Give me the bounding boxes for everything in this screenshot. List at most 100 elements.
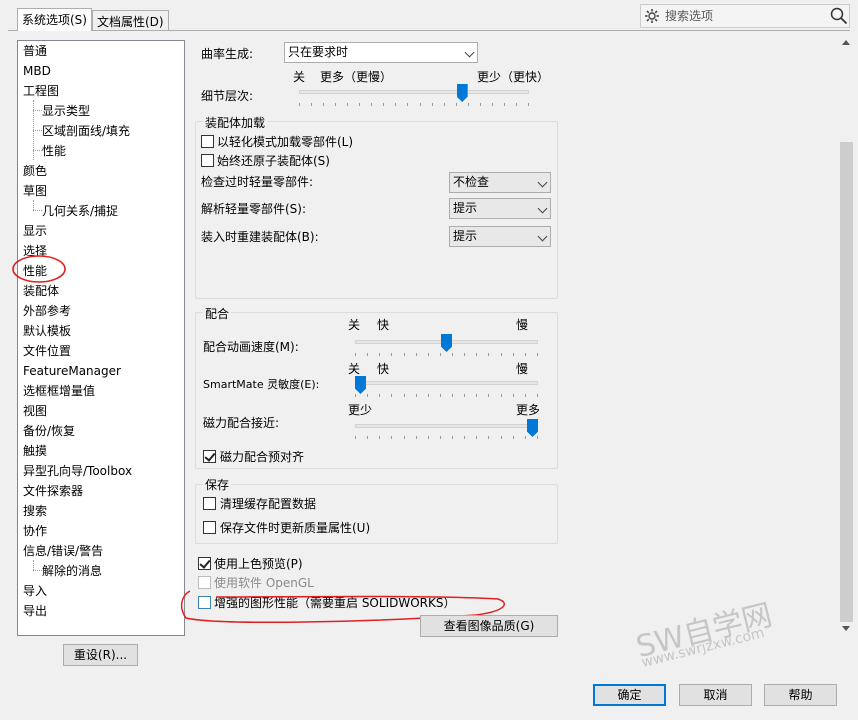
slider-tick xyxy=(391,436,393,439)
tree-item-display-style[interactable]: 显示类型 xyxy=(42,101,90,121)
slider-tick xyxy=(537,353,538,356)
magnetic-slider[interactable] xyxy=(355,424,538,428)
slider-tick xyxy=(452,353,454,356)
slider-tick xyxy=(512,436,514,439)
slider-tick xyxy=(503,103,505,106)
tree-item-relations-snaps[interactable]: 几何关系/捕捉 xyxy=(42,201,118,221)
tree-item-collaboration[interactable]: 协作 xyxy=(23,521,47,541)
slider-tick xyxy=(419,103,421,106)
tree-item-general[interactable]: 普通 xyxy=(23,41,47,61)
resolve-light-value: 提示 xyxy=(453,201,478,215)
purge-cache-checkbox[interactable] xyxy=(203,497,216,510)
tab-divider xyxy=(8,30,850,31)
search-input[interactable] xyxy=(663,7,823,25)
slider-tick xyxy=(500,353,502,356)
tree-item-view[interactable]: 视图 xyxy=(23,401,47,421)
tree-item-export[interactable]: 导出 xyxy=(23,601,47,621)
tree-item-display[interactable]: 显示 xyxy=(23,221,47,241)
always-resolve-label: 始终还原子装配体(S) xyxy=(217,154,330,168)
slider-tick xyxy=(427,394,429,397)
smartmate-fast-label: 快 xyxy=(377,362,390,376)
slider-tick xyxy=(415,394,417,397)
tree-item-hole-wizard-toolbox[interactable]: 异型孔向导/Toolbox xyxy=(23,461,132,481)
slider-tick xyxy=(403,353,405,356)
tree-item-assemblies[interactable]: 装配体 xyxy=(23,281,59,301)
slider-tick xyxy=(431,103,433,106)
tree-item-drawings[interactable]: 工程图 xyxy=(23,81,59,101)
slider-tick xyxy=(427,353,429,356)
tree-item-touch[interactable]: 触摸 xyxy=(23,441,47,461)
gear-icon[interactable] xyxy=(644,8,660,27)
curvature-dropdown[interactable]: 只在要求时 xyxy=(284,42,478,63)
search-icon[interactable] xyxy=(830,7,848,28)
magnetic-more-label: 更多 xyxy=(516,403,541,417)
tree-item-messages[interactable]: 信息/错误/警告 xyxy=(23,541,103,561)
tree-guide xyxy=(33,560,34,570)
shaded-preview-label: 使用上色预览(P) xyxy=(214,557,303,571)
search-box[interactable] xyxy=(640,4,850,28)
update-mass-checkbox[interactable] xyxy=(203,521,216,534)
anim-speed-label: 配合动画速度(M): xyxy=(203,340,299,354)
scroll-down-icon[interactable] xyxy=(842,626,850,631)
ok-button[interactable]: 确定 xyxy=(593,684,666,706)
detail-slider-thumb[interactable] xyxy=(456,84,468,102)
tree-item-file-explorer[interactable]: 文件探索器 xyxy=(23,481,83,501)
smartmate-label: SmartMate 灵敏度(E): xyxy=(203,378,320,391)
help-button[interactable]: 帮助 xyxy=(764,684,837,706)
check-outdated-dropdown[interactable]: 不检查 xyxy=(449,172,551,193)
slider-tick xyxy=(395,103,397,106)
tree-item-mbd[interactable]: MBD xyxy=(23,61,51,81)
tree-item-drawing-performance[interactable]: 性能 xyxy=(42,141,66,161)
anim-speed-ticks xyxy=(355,353,538,356)
detail-label: 细节层次: xyxy=(201,89,254,103)
smartmate-slow-label: 慢 xyxy=(516,362,529,376)
rebuild-dropdown[interactable]: 提示 xyxy=(449,226,551,247)
always-resolve-checkbox[interactable] xyxy=(201,154,214,167)
slider-tick xyxy=(464,353,466,356)
detail-less-label: 更少（更快） xyxy=(477,70,550,84)
slider-tick xyxy=(427,436,429,439)
smartmate-slider[interactable] xyxy=(355,381,538,385)
tree-item-default-templates[interactable]: 默认模板 xyxy=(23,321,71,341)
options-tree[interactable]: 普通 MBD 工程图 显示类型 区域剖面线/填充 性能 颜色 草图 几何关系/捕… xyxy=(17,40,185,636)
reset-button[interactable]: 重设(R)... xyxy=(63,644,138,666)
vertical-scrollbar[interactable] xyxy=(838,36,855,636)
tree-item-area-hatch[interactable]: 区域剖面线/填充 xyxy=(42,121,130,141)
tree-item-colors[interactable]: 颜色 xyxy=(23,161,47,181)
resolve-light-dropdown[interactable]: 提示 xyxy=(449,198,551,219)
annotation-circle-performance xyxy=(12,255,66,283)
tree-item-backup-recover[interactable]: 备份/恢复 xyxy=(23,421,75,441)
scrollbar-thumb[interactable] xyxy=(840,142,853,622)
detail-slider[interactable] xyxy=(299,90,529,94)
slider-tick xyxy=(379,353,381,356)
slider-tick xyxy=(367,353,369,356)
image-quality-button[interactable]: 查看图像品质(G) xyxy=(420,615,558,637)
slider-tick xyxy=(524,353,526,356)
tree-item-sketch[interactable]: 草图 xyxy=(23,181,47,201)
rebuild-label: 装入时重建装配体(B): xyxy=(201,230,319,244)
lightweight-checkbox[interactable] xyxy=(201,135,214,148)
prealign-checkbox[interactable] xyxy=(203,450,216,463)
slider-tick xyxy=(455,103,457,106)
tree-item-search[interactable]: 搜索 xyxy=(23,501,47,521)
cancel-button[interactable]: 取消 xyxy=(679,684,752,706)
check-outdated-value: 不检查 xyxy=(453,175,490,189)
slider-tick xyxy=(311,103,313,106)
tree-item-external-references[interactable]: 外部参考 xyxy=(23,301,71,321)
slider-tick xyxy=(347,103,349,106)
tree-item-spin-box-increments[interactable]: 选框框增量值 xyxy=(23,381,95,401)
tree-item-import[interactable]: 导入 xyxy=(23,581,47,601)
tree-item-featuremanager[interactable]: FeatureManager xyxy=(23,361,121,381)
tab-system-options[interactable]: 系统选项(S) xyxy=(17,8,92,31)
shaded-preview-checkbox[interactable] xyxy=(198,557,211,570)
slider-tick xyxy=(439,436,441,439)
tab-document-properties[interactable]: 文档属性(D) xyxy=(92,10,169,31)
chevron-down-icon xyxy=(537,203,548,214)
slider-tick xyxy=(371,103,373,106)
slider-tick xyxy=(407,103,409,106)
detail-more-label: 更多（更慢） xyxy=(320,70,393,84)
slider-tick xyxy=(439,394,441,397)
scroll-up-icon[interactable] xyxy=(842,40,850,45)
tree-item-dismissed-messages[interactable]: 解除的消息 xyxy=(42,561,102,581)
tree-item-file-locations[interactable]: 文件位置 xyxy=(23,341,71,361)
